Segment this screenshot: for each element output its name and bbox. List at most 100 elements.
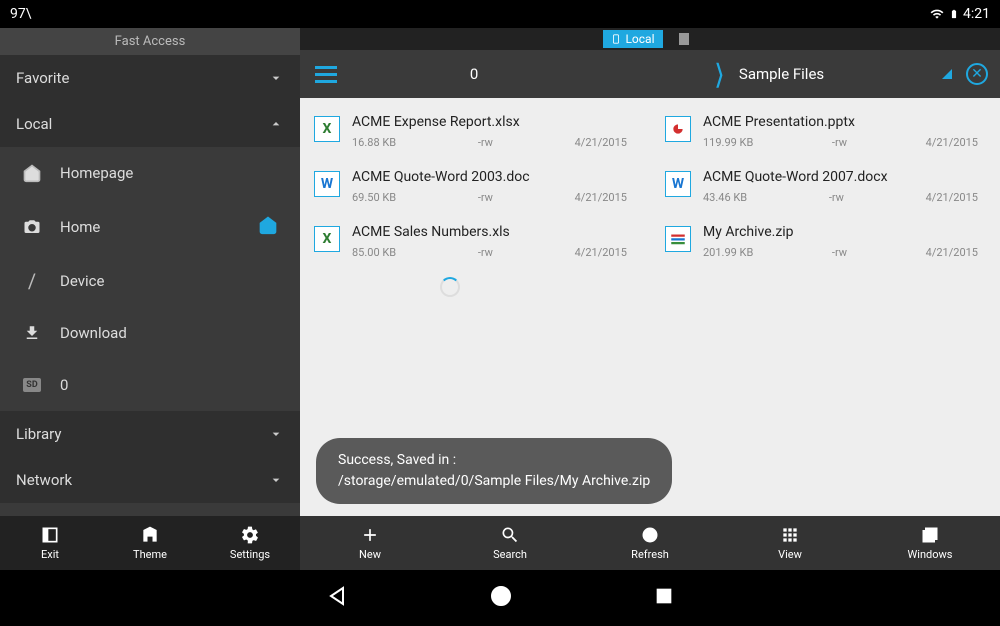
file-date: 4/21/2015 [926, 136, 978, 149]
tab-local[interactable]: Local [603, 30, 662, 48]
file-row[interactable]: ACME Presentation.pptx 119.99 KB -rw 4/21/2… [665, 108, 986, 163]
hamburger-button[interactable] [300, 66, 352, 83]
file-date: 4/21/2015 [926, 246, 978, 259]
file-size: 119.99 KB [703, 136, 753, 149]
top-tabs: Local [300, 28, 1000, 50]
sidebar-item-home[interactable]: Home [0, 199, 300, 255]
sidebar-section-library[interactable]: Library [0, 411, 300, 457]
sidebar-item-label: Download [60, 324, 127, 342]
sidebar-section-label: Library [16, 425, 61, 443]
refresh-button[interactable]: Refresh [580, 516, 720, 570]
file-date: 4/21/2015 [575, 191, 627, 204]
file-name: ACME Quote-Word 2007.docx [703, 169, 986, 185]
action-label: Search [493, 548, 527, 561]
sidebar-section-network[interactable]: Network [0, 457, 300, 503]
action-label: Theme [133, 548, 167, 561]
file-date: 4/21/2015 [575, 246, 627, 259]
view-button[interactable]: View [720, 516, 860, 570]
sidebar-item-download[interactable]: Download [0, 307, 300, 359]
home-outline-icon [22, 163, 42, 183]
download-icon [22, 323, 42, 343]
chevron-down-icon [268, 70, 284, 86]
back-button[interactable] [325, 584, 349, 612]
file-size: 85.00 KB [352, 246, 396, 259]
sidebar-item-sd[interactable]: SD 0 [0, 359, 300, 411]
sidebar-item-label: Device [60, 272, 104, 290]
android-nav-bar [0, 570, 1000, 626]
file-size: 201.99 KB [703, 246, 753, 259]
search-button[interactable]: Search [440, 516, 580, 570]
camera-icon [22, 217, 42, 237]
file-type-icon: W [665, 171, 691, 197]
recent-button[interactable] [653, 585, 675, 611]
file-name: ACME Expense Report.xlsx [352, 114, 635, 130]
action-label: Windows [908, 548, 953, 561]
file-row[interactable]: W ACME Quote-Word 2003.doc 69.50 KB -rw 4/21… [314, 163, 635, 218]
file-type-icon [665, 116, 691, 142]
theme-button[interactable]: Theme [100, 516, 200, 570]
file-size: 43.46 KB [703, 191, 747, 204]
close-button[interactable]: ✕ [966, 63, 988, 85]
sidebar-section-favorite[interactable]: Favorite [0, 55, 300, 101]
chevron-down-icon [268, 472, 284, 488]
file-perm: -rw [478, 136, 493, 149]
action-label: New [359, 548, 381, 561]
file-name: ACME Sales Numbers.xls [352, 224, 635, 240]
action-label: Refresh [631, 548, 669, 561]
header-bar: 0 ⟩ Sample Files ✕ [300, 50, 1000, 98]
sidebar-item-label: 0 [60, 376, 68, 394]
sidebar-item-device[interactable]: / Device [0, 255, 300, 307]
file-perm: -rw [478, 191, 493, 204]
sidebar-section-label: Network [16, 471, 72, 489]
sidebar: Fast Access Favorite Local Homepage Home [0, 28, 300, 570]
status-left-text: 97\ [10, 6, 32, 22]
file-date: 4/21/2015 [575, 136, 627, 149]
chevron-up-icon [268, 116, 284, 132]
file-perm: -rw [832, 136, 847, 149]
file-row[interactable]: W ACME Quote-Word 2007.docx 43.46 KB -rw 4/2… [665, 163, 986, 218]
doc-icon [679, 33, 689, 45]
settings-button[interactable]: Settings [200, 516, 300, 570]
files-area: X ACME Expense Report.xlsx 16.88 KB -rw 4/21… [300, 98, 1000, 516]
file-row[interactable]: My Archive.zip201.99 KB-rw4/21/2015 [665, 218, 986, 273]
action-bar-left: Exit Theme Settings [0, 516, 300, 570]
sidebar-item-label: Home [60, 218, 100, 236]
exit-button[interactable]: Exit [0, 516, 100, 570]
file-size: 16.88 KB [352, 136, 396, 149]
action-bar-right: New Search Refresh View Windows [300, 516, 1000, 570]
tab-doc[interactable] [671, 31, 697, 47]
file-perm: -rw [832, 246, 847, 259]
home-button[interactable] [489, 584, 513, 612]
file-name: ACME Presentation.pptx [703, 114, 986, 130]
home-active-icon [258, 215, 278, 239]
wifi-icon [929, 7, 945, 21]
file-type-icon: X [314, 226, 340, 252]
toast-message: Success, Saved in : /storage/emulated/0/… [316, 438, 672, 504]
expand-icon[interactable] [942, 69, 952, 79]
action-label: Settings [230, 548, 270, 561]
file-date: 4/21/2015 [926, 191, 978, 204]
file-name: ACME Quote-Word 2003.doc [352, 169, 635, 185]
new-button[interactable]: New [300, 516, 440, 570]
file-type-icon: W [314, 171, 340, 197]
toast-line1: Success, Saved in : [338, 450, 650, 471]
sidebar-title: Fast Access [0, 28, 300, 55]
file-row[interactable]: XACME Expense Report.xlsx16.88 KB-rw4/21… [314, 108, 635, 163]
windows-button[interactable]: Windows [860, 516, 1000, 570]
status-right: 4:21 [929, 6, 990, 22]
separator-icon: ⟩ [714, 58, 725, 91]
breadcrumb[interactable]: 0 ⟩ Sample Files [352, 58, 942, 91]
sidebar-section-local[interactable]: Local [0, 101, 300, 147]
file-row[interactable]: XACME Sales Numbers.xls85.00 KB-rw4/21/2… [314, 218, 635, 273]
status-bar: 97\ 4:21 [0, 0, 1000, 28]
file-size: 69.50 KB [352, 191, 396, 204]
slash-icon: / [22, 271, 42, 291]
toast-line2: /storage/emulated/0/Sample Files/My Arch… [338, 471, 650, 492]
file-perm: -rw [829, 191, 844, 204]
crumb-current: Sample Files [739, 65, 824, 83]
action-label: View [778, 548, 802, 561]
sidebar-item-homepage[interactable]: Homepage [0, 147, 300, 199]
sidebar-section-label: Favorite [16, 69, 69, 87]
loading-spinner [440, 277, 460, 297]
phone-icon [611, 32, 621, 46]
